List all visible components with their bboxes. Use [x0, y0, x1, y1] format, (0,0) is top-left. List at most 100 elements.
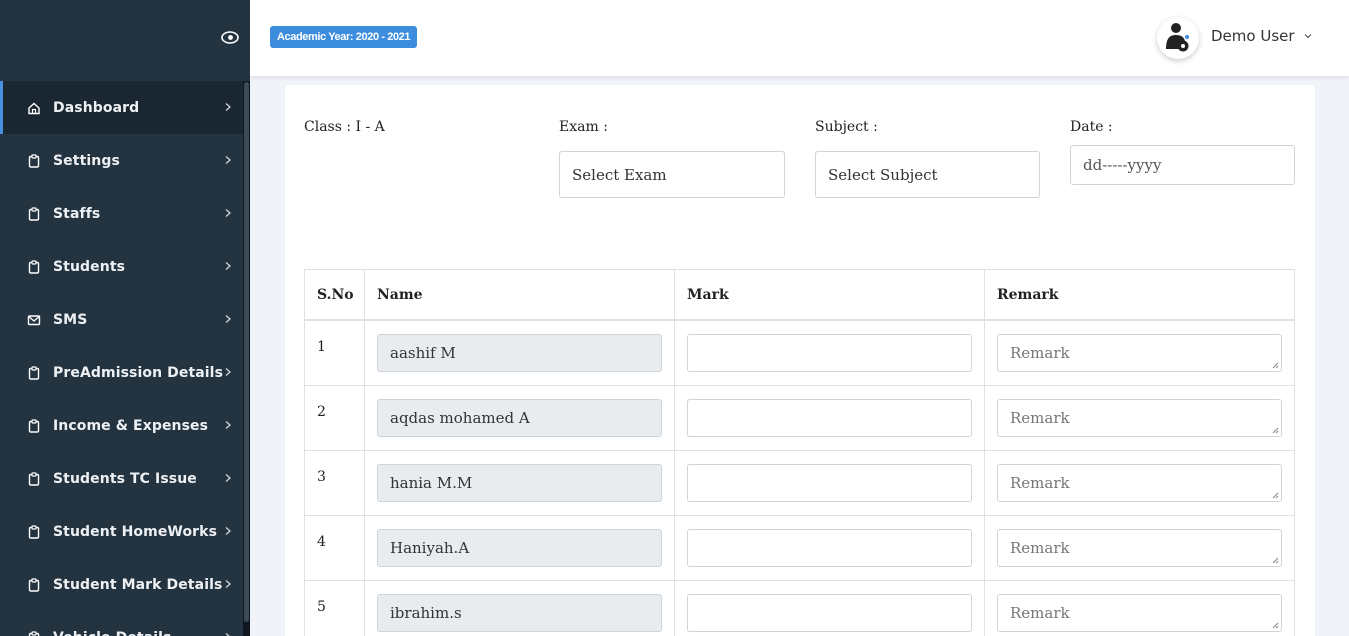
- chevron-right-icon: [225, 314, 231, 323]
- sidebar-item-sms[interactable]: SMS: [0, 293, 250, 346]
- sidebar-item-label: Student Mark Details: [53, 576, 223, 593]
- mark-input[interactable]: [687, 594, 972, 632]
- row-sno: 3: [317, 469, 326, 485]
- resize-grip-icon[interactable]: [1271, 361, 1279, 369]
- clipboard-icon: [28, 418, 40, 433]
- student-name-field: hania M.M: [377, 464, 662, 502]
- student-name: ibrahim.s: [390, 604, 462, 622]
- table-row: 1 aashif M Remark: [305, 321, 1294, 386]
- student-name: aqdas mohamed A: [390, 409, 530, 427]
- academic-year-badge: Academic Year: 2020 - 2021: [270, 26, 418, 48]
- table-row: 3 hania M.M Remark: [305, 451, 1294, 516]
- column-header-sno: S.No: [317, 286, 354, 303]
- clipboard-icon: [28, 153, 40, 168]
- user-name[interactable]: Demo User: [1211, 27, 1295, 45]
- column-header-remark: Remark: [997, 286, 1059, 303]
- sidebar-item-staffs[interactable]: Staffs: [0, 187, 250, 240]
- sidebar-item-students-tc-issue[interactable]: Students TC Issue: [0, 452, 250, 505]
- student-name-field: ibrahim.s: [377, 594, 662, 632]
- row-sno: 1: [317, 339, 326, 355]
- student-name-field: Haniyah.A: [377, 529, 662, 567]
- remark-textarea[interactable]: Remark: [997, 594, 1282, 632]
- clipboard-icon: [28, 524, 40, 539]
- sidebar-header: [0, 0, 250, 76]
- mark-input[interactable]: [687, 399, 972, 437]
- remark-textarea[interactable]: Remark: [997, 464, 1282, 502]
- exam-select-value: Select Exam: [572, 165, 667, 184]
- sidebar-item-vehicle-details[interactable]: Vehicle Details: [0, 611, 250, 636]
- resize-grip-icon[interactable]: [1271, 621, 1279, 629]
- remark-textarea[interactable]: Remark: [997, 334, 1282, 372]
- user-settings-icon: [1166, 23, 1189, 52]
- chevron-right-icon: [225, 473, 231, 482]
- chevron-right-icon: [225, 526, 231, 535]
- sidebar-nav: Dashboard Settings Staffs Students SMS PreAdm…: [0, 81, 250, 636]
- resize-grip-icon[interactable]: [1271, 556, 1279, 564]
- resize-grip-icon[interactable]: [1271, 491, 1279, 499]
- student-name-field: aqdas mohamed A: [377, 399, 662, 437]
- sidebar-item-student-homeworks[interactable]: Student HomeWorks: [0, 505, 250, 558]
- date-input-placeholder: dd-----yyyy: [1083, 156, 1162, 174]
- sidebar-item-label: Student HomeWorks: [53, 523, 218, 540]
- sidebar-item-label: Students TC Issue: [53, 470, 197, 487]
- chevron-right-icon: [225, 420, 231, 429]
- sidebar-item-dashboard[interactable]: Dashboard: [0, 81, 250, 134]
- sidebar-item-label: SMS: [53, 311, 88, 328]
- chevron-down-icon[interactable]: [1304, 33, 1312, 39]
- sidebar-item-settings[interactable]: Settings: [0, 134, 250, 187]
- mark-input[interactable]: [687, 464, 972, 502]
- clipboard-icon: [28, 577, 40, 592]
- sidebar-item-label: PreAdmission Details: [53, 364, 224, 381]
- row-sno: 4: [317, 534, 326, 550]
- eye-icon[interactable]: [221, 31, 239, 44]
- mark-input[interactable]: [687, 529, 972, 567]
- sidebar-item-label: Settings: [53, 152, 120, 169]
- remark-textarea[interactable]: Remark: [997, 529, 1282, 567]
- chevron-right-icon: [225, 632, 231, 636]
- sidebar-item-label: Income & Expenses: [53, 417, 209, 434]
- mark-entry-card: Class : I - A Exam : Select Exam Subject…: [285, 85, 1315, 636]
- sidebar-item-income-expenses[interactable]: Income & Expenses: [0, 399, 250, 452]
- column-header-mark: Mark: [687, 286, 729, 303]
- chevron-right-icon: [225, 102, 231, 111]
- sidebar-item-label: Staffs: [53, 205, 101, 222]
- chevron-right-icon: [225, 261, 231, 270]
- student-name: Haniyah.A: [390, 539, 470, 557]
- chevron-right-icon: [225, 208, 231, 217]
- top-header: Academic Year: 2020 - 2021 Demo User: [250, 0, 1349, 76]
- chevron-right-icon: [225, 155, 231, 164]
- resize-grip-icon[interactable]: [1271, 426, 1279, 434]
- remark-placeholder: Remark: [1010, 474, 1070, 492]
- table-row: 2 aqdas mohamed A Remark: [305, 386, 1294, 451]
- table-header: S.No Name Mark Remark: [305, 270, 1294, 321]
- column-header-name: Name: [377, 286, 423, 303]
- chevron-right-icon: [225, 579, 231, 588]
- remark-placeholder: Remark: [1010, 409, 1070, 427]
- subject-label: Subject :: [815, 119, 878, 135]
- remark-textarea[interactable]: Remark: [997, 399, 1282, 437]
- home-icon: [28, 102, 40, 114]
- row-sno: 5: [317, 599, 326, 615]
- sidebar-item-students[interactable]: Students: [0, 240, 250, 293]
- exam-label: Exam :: [559, 119, 608, 135]
- subject-select-value: Select Subject: [828, 165, 938, 184]
- avatar[interactable]: [1157, 17, 1199, 59]
- student-name: aashif M: [390, 344, 456, 362]
- remark-placeholder: Remark: [1010, 539, 1070, 557]
- date-label: Date :: [1070, 119, 1113, 135]
- student-name-field: aashif M: [377, 334, 662, 372]
- sidebar-item-label: Students: [53, 258, 126, 275]
- sidebar: Dashboard Settings Staffs Students SMS PreAdm…: [0, 0, 250, 636]
- clipboard-icon: [28, 471, 40, 486]
- clipboard-icon: [28, 630, 40, 636]
- subject-select[interactable]: Select Subject: [815, 151, 1040, 198]
- mark-input[interactable]: [687, 334, 972, 372]
- sidebar-scrollbar[interactable]: [244, 82, 249, 622]
- date-input[interactable]: dd-----yyyy: [1070, 145, 1295, 185]
- clipboard-icon: [28, 365, 40, 380]
- clipboard-icon: [28, 259, 40, 274]
- exam-select[interactable]: Select Exam: [559, 151, 785, 198]
- sidebar-item-preadmission-details[interactable]: PreAdmission Details: [0, 346, 250, 399]
- table-row: 5 ibrahim.s Remark: [305, 581, 1294, 636]
- sidebar-item-student-mark-details[interactable]: Student Mark Details: [0, 558, 250, 611]
